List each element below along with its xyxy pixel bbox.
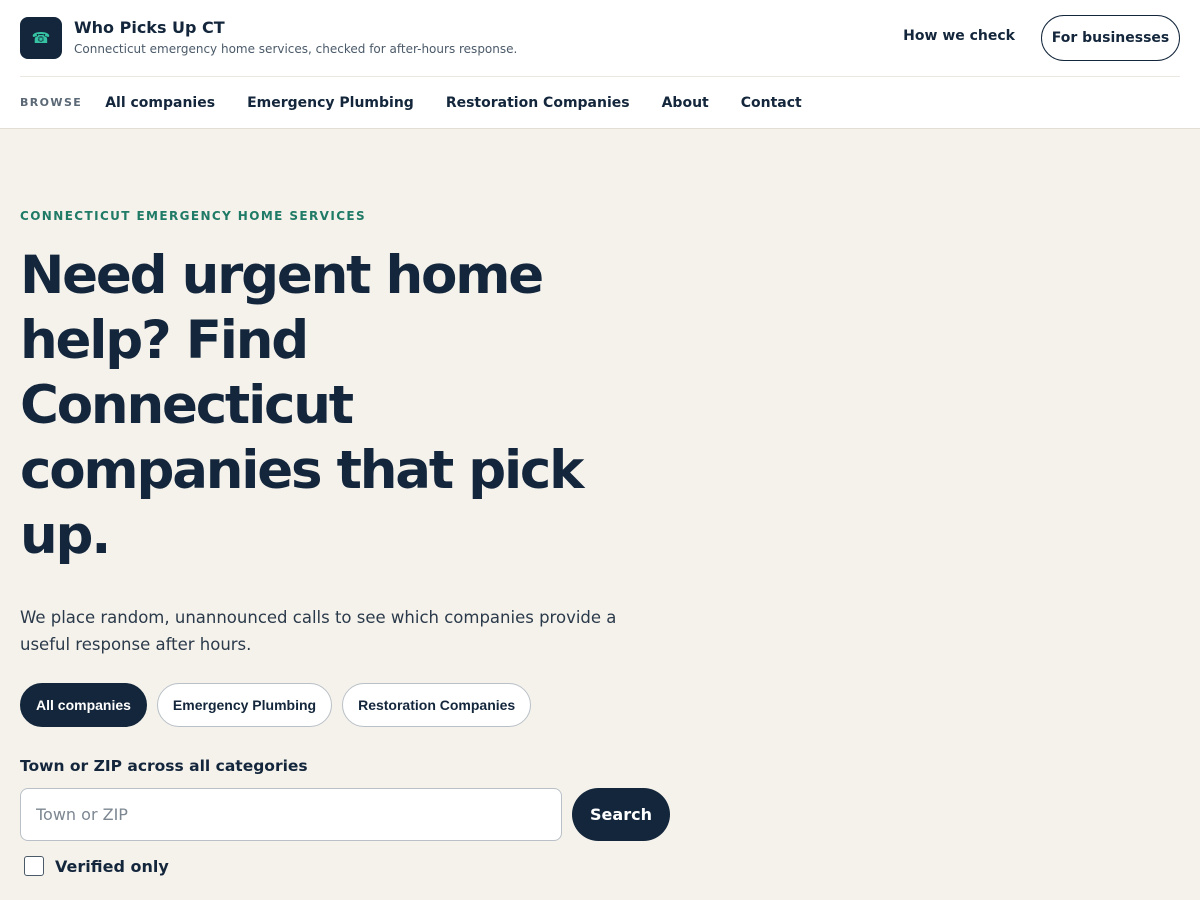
verified-only-label[interactable]: Verified only bbox=[55, 857, 169, 876]
hero-description: We place random, unannounced calls to se… bbox=[20, 608, 617, 654]
town-zip-search-input[interactable] bbox=[20, 788, 562, 841]
telephone-icon[interactable]: ☎ bbox=[20, 17, 62, 59]
for-businesses-button[interactable]: For businesses bbox=[1041, 15, 1180, 61]
nav-item-about[interactable]: About bbox=[662, 95, 709, 111]
verified-only-toggle[interactable]: Verified only bbox=[24, 856, 169, 876]
chip-all-companies[interactable]: All companies bbox=[20, 683, 147, 727]
site-title[interactable]: Who Picks Up CT bbox=[74, 18, 225, 37]
browse-label: BROWSE bbox=[20, 95, 83, 109]
site-tagline: Connecticut emergency home services, che… bbox=[74, 42, 518, 56]
main-nav: BROWSE All companies Emergency Plumbing … bbox=[20, 77, 834, 129]
nav-item-contact[interactable]: Contact bbox=[741, 95, 802, 111]
hero-headline: Need urgent home help? Find Connecticut … bbox=[20, 245, 584, 566]
nav-item-emergency-plumbing[interactable]: Emergency Plumbing bbox=[247, 95, 414, 111]
top-bar: ☎ Who Picks Up CT Connecticut emergency … bbox=[20, 0, 1180, 77]
hero-eyebrow: CONNECTICUT EMERGENCY HOME SERVICES bbox=[20, 209, 367, 223]
how-we-check-link[interactable]: How we check bbox=[903, 28, 1015, 44]
nav-item-restoration-companies[interactable]: Restoration Companies bbox=[446, 95, 630, 111]
nav-item-all-companies[interactable]: All companies bbox=[105, 95, 215, 111]
chip-emergency-plumbing[interactable]: Emergency Plumbing bbox=[156, 683, 333, 727]
site-header: ☎ Who Picks Up CT Connecticut emergency … bbox=[0, 0, 1200, 129]
verified-only-checkbox[interactable] bbox=[24, 856, 44, 876]
chip-restoration-companies[interactable]: Restoration Companies bbox=[342, 683, 532, 727]
search-field-label: Town or ZIP across all categories bbox=[20, 757, 308, 775]
category-filter-chips: All companies Emergency Plumbing Restora… bbox=[20, 683, 541, 727]
search-button[interactable]: Search bbox=[572, 788, 670, 841]
